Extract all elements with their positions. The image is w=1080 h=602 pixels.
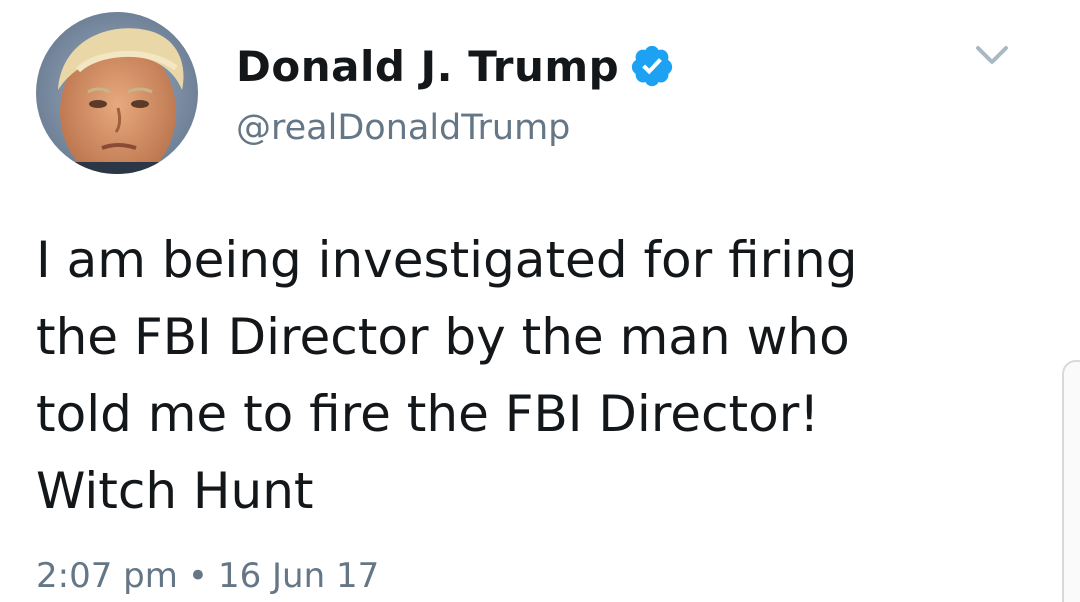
author-handle[interactable]: @realDonaldTrump xyxy=(236,108,570,148)
tweet-date: 16 Jun 17 xyxy=(217,556,380,596)
verified-badge-icon xyxy=(632,45,673,87)
avatar-photo xyxy=(36,12,198,174)
author-name-row[interactable]: Donald J. Trump xyxy=(236,38,675,94)
tweet-text: I am being investigated for firing the F… xyxy=(36,231,858,520)
author-display-name[interactable]: Donald J. Trump xyxy=(236,42,619,91)
meta-separator: • xyxy=(187,556,208,596)
tweet-card: Donald J. Trump @realDonaldTrump I am be… xyxy=(0,0,1080,602)
adjacent-panel-edge xyxy=(1062,360,1080,602)
avatar[interactable] xyxy=(36,12,198,174)
chevron-down-icon[interactable] xyxy=(972,40,1012,72)
tweet-time: 2:07 pm xyxy=(36,556,178,596)
tweet-timestamp[interactable]: 2:07 pm • 16 Jun 17 xyxy=(36,556,379,596)
